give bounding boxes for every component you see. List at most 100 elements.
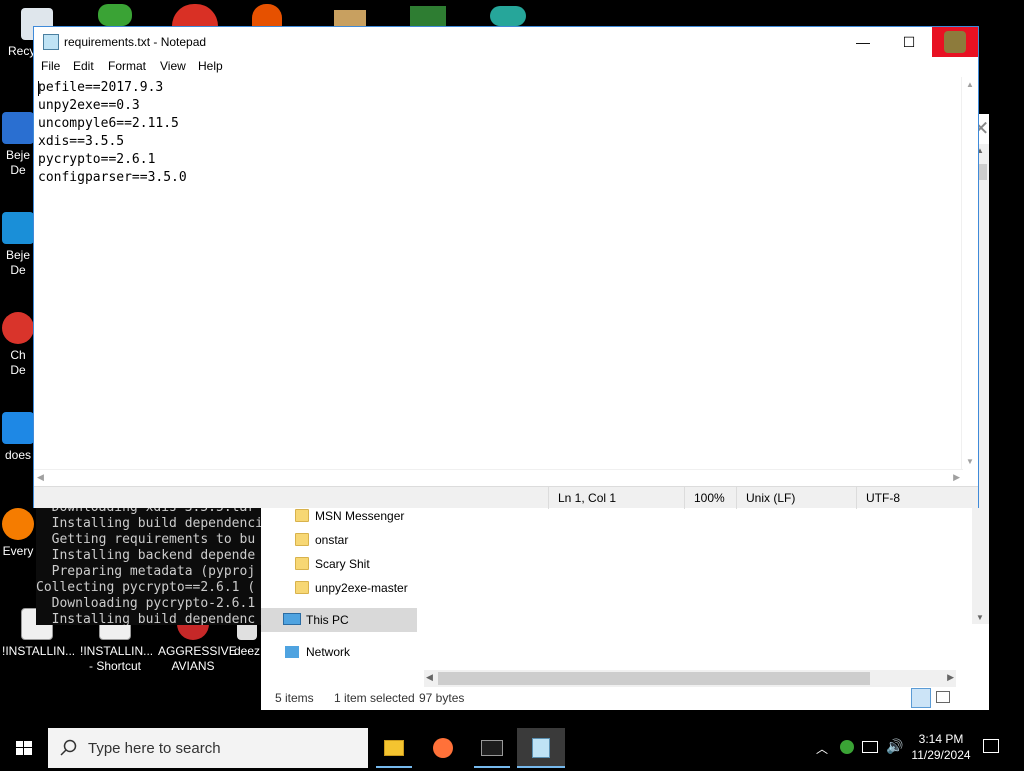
- title-bar[interactable]: requirements.txt - Notepad — ☐: [34, 27, 978, 57]
- minimize-button[interactable]: —: [840, 27, 886, 57]
- taskbar-notepad[interactable]: [517, 728, 565, 768]
- clock-date: 11/29/2024: [911, 748, 971, 762]
- vertical-scrollbar[interactable]: ▲ ▼: [961, 77, 978, 469]
- terminal-window[interactable]: Downloading xdis-3.5.5.tar Installing bu…: [36, 500, 266, 625]
- nav-network-label: Network: [306, 645, 351, 659]
- taskbar: Type here to search ︿ 🔊 3:14 PM 11/29/20…: [0, 728, 1024, 768]
- taskbar-firefox[interactable]: [419, 728, 467, 768]
- terminal-line: Installing backend depende: [36, 548, 256, 563]
- desktop-icon-label: !INSTALLIN... - Shortcut: [80, 644, 154, 673]
- desktop-icon-label: Every: [2, 544, 34, 558]
- menu-help[interactable]: Help: [198, 59, 223, 73]
- menu-file[interactable]: File: [41, 59, 60, 73]
- chevron-up-icon[interactable]: ︿: [816, 740, 828, 757]
- desktop-icon-does[interactable]: does: [0, 412, 36, 463]
- text-line: xdis==3.5.5: [38, 134, 125, 149]
- maximize-button[interactable]: ☐: [886, 27, 932, 57]
- shortcut-icon: [2, 508, 34, 540]
- notepad-icon: [43, 34, 59, 50]
- notepad-window[interactable]: requirements.txt - Notepad — ☐ File Edit…: [33, 26, 979, 509]
- nav-folder-onstar[interactable]: onstar: [291, 528, 348, 552]
- scroll-down-icon[interactable]: ▼: [976, 613, 984, 622]
- menu-format[interactable]: Format: [108, 59, 146, 73]
- details-view-icon[interactable]: [911, 688, 931, 708]
- terminal-line: Preparing metadata (pyproj: [36, 564, 256, 579]
- explorer-status-bar: 5 items 1 item selected 97 bytes: [261, 686, 989, 710]
- close-button[interactable]: [932, 27, 978, 57]
- status-position: Ln 1, Col 1: [548, 487, 684, 509]
- search-placeholder: Type here to search: [88, 740, 221, 757]
- taskbar-terminal[interactable]: [468, 728, 516, 768]
- nav-network[interactable]: Network: [261, 640, 417, 664]
- windows-logo-icon: [16, 741, 32, 755]
- status-zoom: 100%: [684, 487, 736, 509]
- nav-this-pc[interactable]: This PC: [261, 608, 417, 632]
- chrome-shortcut-icon: [2, 312, 34, 344]
- firefox-icon[interactable]: [252, 4, 282, 26]
- bejeweled-icon: [2, 112, 34, 144]
- package-icon[interactable]: [334, 10, 366, 26]
- text-line: uncompyle6==2.11.5: [38, 116, 179, 131]
- scroll-up-icon[interactable]: ▲: [966, 80, 974, 89]
- text-editor[interactable]: pefile==2017.9.3 unpy2exe==0.3 uncompyle…: [34, 77, 963, 469]
- terminal-icon: [481, 740, 503, 756]
- status-selected: 1 item selected: [334, 691, 415, 705]
- clock[interactable]: 3:14 PM 11/29/2024: [906, 732, 976, 762]
- nav-folder-scary-shit[interactable]: Scary Shit: [291, 552, 370, 576]
- scroll-down-icon[interactable]: ▼: [966, 457, 974, 466]
- firefox-icon: [433, 738, 453, 758]
- text-line: configparser==3.5.0: [38, 170, 187, 185]
- taskbar-file-explorer[interactable]: [370, 728, 418, 768]
- folder-label: unpy2exe-master: [315, 581, 408, 595]
- msn-icon[interactable]: [98, 4, 132, 26]
- large-icons-view-icon[interactable]: [936, 691, 950, 703]
- status-encoding: UTF-8: [856, 487, 978, 509]
- terminal-line: Downloading pycrypto-2.6.1: [36, 596, 256, 611]
- desktop-icon-bejeweled-2[interactable]: Beje De: [0, 212, 36, 278]
- window-title: requirements.txt - Notepad: [64, 35, 207, 49]
- character-icon[interactable]: [490, 6, 526, 26]
- text-cursor: [38, 81, 39, 96]
- menu-edit[interactable]: Edit: [73, 59, 94, 73]
- horizontal-scrollbar[interactable]: ◀ ▶: [34, 469, 963, 486]
- menu-view[interactable]: View: [160, 59, 186, 73]
- desktop-icon-label: AGGRESSIVE AVIANS: [158, 644, 237, 673]
- menu-bar: File Edit Format View Help: [34, 57, 978, 77]
- start-button[interactable]: [0, 728, 48, 768]
- desktop-icon-every[interactable]: Every: [0, 508, 36, 559]
- text-line: pefile==2017.9.3: [38, 80, 164, 95]
- computer-icon: [283, 613, 301, 625]
- terminal-line: Collecting pycrypto==2.6.1 (: [36, 580, 256, 595]
- volume-icon[interactable]: 🔊: [886, 738, 903, 755]
- chrome-icon[interactable]: [172, 4, 218, 26]
- notepad-icon: [532, 738, 550, 758]
- folder-label: Scary Shit: [315, 557, 370, 571]
- text-line: pycrypto==2.6.1: [38, 152, 156, 167]
- status-item-count: 5 items: [275, 691, 314, 705]
- notification-icon[interactable]: [983, 739, 999, 753]
- shield-icon[interactable]: [410, 6, 446, 26]
- clock-time: 3:14 PM: [918, 732, 964, 746]
- folder-label: MSN Messenger: [315, 509, 405, 523]
- explorer-horizontal-scrollbar[interactable]: ◀ ▶: [424, 670, 956, 687]
- close-overlay-icon: [944, 31, 966, 53]
- scroll-left-icon[interactable]: ◀: [426, 672, 433, 683]
- desktop-icon-bejeweled-1[interactable]: Beje De: [0, 112, 36, 178]
- folder-icon: [295, 557, 309, 570]
- people-icon[interactable]: [840, 740, 854, 754]
- desktop-icon-label: deez: [233, 644, 261, 658]
- scroll-thumb[interactable]: [438, 672, 870, 685]
- nav-folder-unpy2exe-master[interactable]: unpy2exe-master: [291, 576, 408, 600]
- desktop-icon-chrome[interactable]: Ch De: [0, 312, 36, 378]
- scroll-right-icon[interactable]: ▶: [953, 472, 960, 483]
- text-line: unpy2exe==0.3: [38, 98, 140, 113]
- scroll-left-icon[interactable]: ◀: [37, 472, 44, 483]
- desktop-icon-label: does: [4, 448, 32, 462]
- folder-label: onstar: [315, 533, 349, 547]
- network-icon[interactable]: [862, 741, 878, 753]
- nav-this-pc-label: This PC: [306, 613, 349, 627]
- desktop-icon-label: Beje De: [5, 148, 31, 177]
- search-box[interactable]: Type here to search: [48, 728, 368, 768]
- scroll-right-icon[interactable]: ▶: [947, 672, 954, 683]
- folder-icon: [384, 740, 404, 756]
